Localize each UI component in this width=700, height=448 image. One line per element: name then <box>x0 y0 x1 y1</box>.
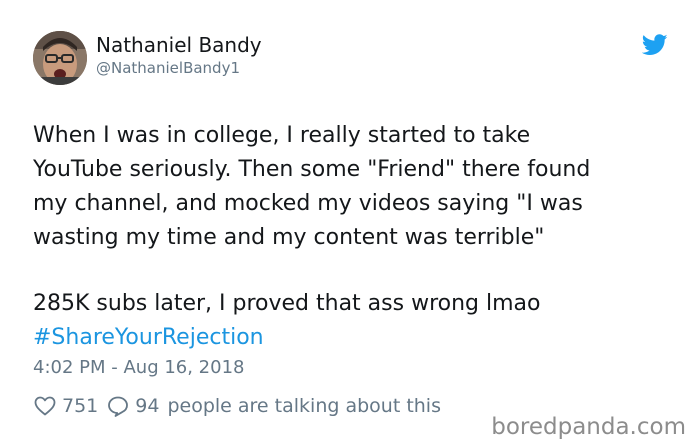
tweet-text-line: When I was in college, I really started … <box>33 123 531 148</box>
timestamp[interactable]: 4:02 PM - Aug 16, 2018 <box>33 356 245 380</box>
author-name[interactable]: Nathaniel Bandy <box>96 32 262 58</box>
hashtag-link[interactable]: #ShareYourRejection <box>33 321 673 355</box>
heart-icon[interactable] <box>33 394 57 418</box>
engagement-bar: 751 94 people are talking about this <box>33 393 441 419</box>
tweet-text-line: YouTube seriously. Then some "Friend" th… <box>33 157 591 182</box>
tweet-text: When I was in college, I really started … <box>33 119 673 355</box>
author-handle[interactable]: @NathanielBandy1 <box>96 58 240 78</box>
tweet-card: Nathaniel Bandy @NathanielBandy1 When I … <box>0 0 700 448</box>
twitter-bird-icon[interactable] <box>641 34 668 56</box>
avatar-photo <box>33 31 87 85</box>
reply-count[interactable]: 94 <box>135 395 159 417</box>
talking-about-text[interactable]: people are talking about this <box>167 395 441 417</box>
avatar[interactable] <box>33 31 87 85</box>
tweet-text-line: my channel, and mocked my videos saying … <box>33 191 583 216</box>
speech-bubble-icon[interactable] <box>106 394 130 418</box>
tweet-text-line: 285K subs later, I proved that ass wrong… <box>33 291 541 316</box>
like-count[interactable]: 751 <box>62 395 98 417</box>
tweet-text-line: wasting my time and my content was terri… <box>33 225 545 250</box>
watermark: boredpanda.com <box>491 414 686 440</box>
